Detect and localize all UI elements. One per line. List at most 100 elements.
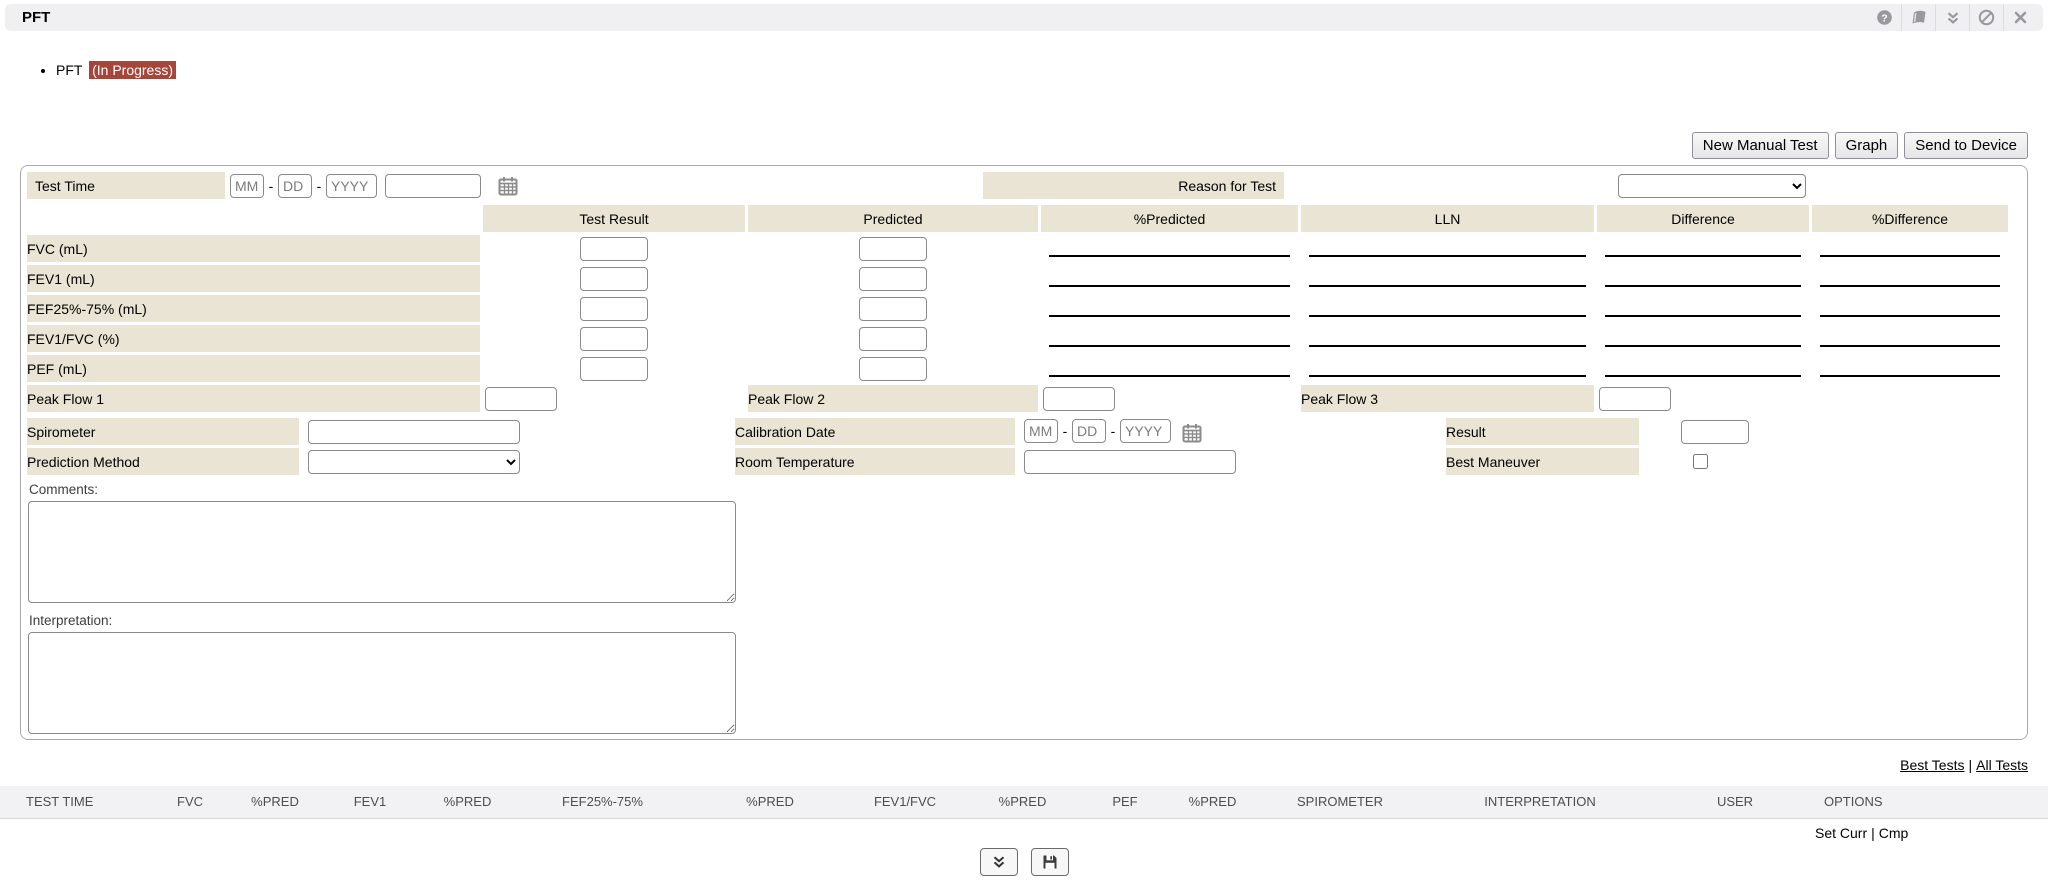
peak-flow-2-input[interactable]: [1043, 387, 1115, 411]
calendar-icon[interactable]: [1181, 422, 1203, 444]
col-header-predicted: Predicted: [748, 205, 1038, 232]
peak-flow-1-input[interactable]: [485, 387, 557, 411]
calibration-year-input[interactable]: [1120, 419, 1171, 443]
expand-button[interactable]: [980, 848, 1018, 876]
calibration-month-input[interactable]: [1024, 419, 1058, 443]
prediction-method-select[interactable]: [308, 450, 520, 474]
table-row: FEF25%-75% (mL): [27, 295, 2008, 322]
calibration-date-label: Calibration Date: [735, 418, 1015, 445]
footer-buttons: [0, 848, 2048, 876]
status-badge: (In Progress): [89, 61, 176, 79]
fvc-predicted-input[interactable]: [859, 237, 927, 261]
history-col-options: OPTIONS: [1815, 786, 2048, 818]
interpretation-label: Interpretation:: [29, 613, 2027, 630]
double-chevron-down-icon: [991, 854, 1007, 870]
history-col-fvc: FVC: [145, 786, 235, 818]
help-icon[interactable]: ?: [1867, 4, 1901, 31]
date-separator: -: [1106, 423, 1120, 439]
fvc-percent-difference-value: [1820, 241, 2000, 257]
col-header-difference: Difference: [1597, 205, 1809, 232]
history-col-fvc-pred: %PRED: [235, 786, 315, 818]
fev1-fvc-percent-difference-value: [1820, 331, 2000, 347]
history-col-user: USER: [1655, 786, 1815, 818]
cmp-link[interactable]: Cmp: [1879, 825, 1909, 841]
reason-for-test-select[interactable]: [1618, 174, 1806, 198]
fev1-fvc-lln-value: [1309, 331, 1586, 347]
fef25-75-lln-value: [1309, 301, 1586, 317]
send-to-device-button[interactable]: Send to Device: [1904, 132, 2028, 159]
row-label-pef: PEF (mL): [27, 355, 480, 382]
calendar-icon[interactable]: [497, 175, 519, 197]
fvc-difference-value: [1605, 241, 1801, 257]
fef25-75-percent-difference-value: [1820, 301, 2000, 317]
fev1-fvc-predicted-input[interactable]: [859, 327, 927, 351]
row-label-fev1-fvc: FEV1/FVC (%): [27, 325, 480, 352]
reason-for-test-label: Reason for Test: [983, 172, 1284, 199]
save-button[interactable]: [1031, 848, 1069, 876]
row-label-peak-flow-2: Peak Flow 2: [748, 385, 1038, 412]
test-time-label: Test Time: [27, 172, 225, 199]
fev1-percent-difference-value: [1820, 271, 2000, 287]
table-row: Spirometer Calibration Date -- Result: [27, 418, 1972, 445]
best-tests-link[interactable]: Best Tests: [1900, 757, 1964, 773]
table-row: FEV1 (mL): [27, 265, 2008, 292]
new-manual-test-button[interactable]: New Manual Test: [1692, 132, 1829, 159]
test-date-year-input[interactable]: [326, 174, 377, 198]
spirometer-input[interactable]: [308, 420, 520, 444]
test-time-input[interactable]: [385, 174, 481, 198]
fef25-75-test-result-input[interactable]: [580, 297, 648, 321]
pef-predicted-input[interactable]: [859, 357, 927, 381]
fev1-test-result-input[interactable]: [580, 267, 648, 291]
test-date-month-input[interactable]: [230, 174, 264, 198]
result-label: Result: [1446, 418, 1639, 445]
all-tests-link[interactable]: All Tests: [1976, 757, 2028, 773]
fef25-75-percent-predicted-value: [1049, 301, 1290, 317]
room-temperature-input[interactable]: [1024, 450, 1236, 474]
history-col-fev1: FEV1: [315, 786, 425, 818]
interpretation-textarea[interactable]: [28, 632, 736, 734]
no-entry-icon[interactable]: [1969, 4, 2003, 31]
history-col-fev1-fvc-pred: %PRED: [965, 786, 1080, 818]
close-icon[interactable]: [2003, 4, 2037, 31]
fef25-75-predicted-input[interactable]: [859, 297, 927, 321]
comments-textarea[interactable]: [28, 501, 736, 603]
pef-percent-predicted-value: [1049, 361, 1290, 377]
tests-history-table: TEST TIME FVC %PRED FEV1 %PRED FEF25%-75…: [0, 786, 2048, 848]
set-curr-link[interactable]: Set Curr: [1815, 825, 1867, 841]
best-maneuver-checkbox[interactable]: [1693, 454, 1708, 469]
pef-lln-value: [1309, 361, 1586, 377]
history-col-fev1-fvc: FEV1/FVC: [845, 786, 965, 818]
measurements-table: Test Result Predicted %Predicted LLN Dif…: [24, 202, 2011, 415]
test-date-day-input[interactable]: [278, 174, 312, 198]
table-row: FVC (mL): [27, 235, 2008, 262]
room-temperature-label: Room Temperature: [735, 448, 1015, 475]
spirometer-label: Spirometer: [27, 418, 299, 445]
double-chevron-down-icon[interactable]: [1935, 4, 1969, 31]
best-maneuver-label: Best Maneuver: [1446, 448, 1639, 475]
history-filter-links: Best Tests|All Tests: [1900, 757, 2028, 773]
graph-button[interactable]: Graph: [1835, 132, 1899, 159]
fev1-predicted-input[interactable]: [859, 267, 927, 291]
fev1-lln-value: [1309, 271, 1586, 287]
calibration-day-input[interactable]: [1072, 419, 1106, 443]
history-col-pef: PEF: [1080, 786, 1170, 818]
pef-difference-value: [1605, 361, 1801, 377]
book-icon[interactable]: [1901, 4, 1935, 31]
fef25-75-difference-value: [1605, 301, 1801, 317]
peak-flow-3-input[interactable]: [1599, 387, 1671, 411]
result-input[interactable]: [1681, 420, 1749, 444]
list-item: PFT (In Progress): [56, 60, 176, 80]
pft-form-link[interactable]: PFT: [56, 62, 82, 78]
pef-test-result-input[interactable]: [580, 357, 648, 381]
fev1-fvc-test-result-input[interactable]: [580, 327, 648, 351]
fev1-fvc-percent-predicted-value: [1049, 331, 1290, 347]
fev1-difference-value: [1605, 271, 1801, 287]
options-separator: |: [1871, 825, 1875, 841]
fvc-test-result-input[interactable]: [580, 237, 648, 261]
col-header-percent-predicted: %Predicted: [1041, 205, 1298, 232]
col-header-lln: LLN: [1301, 205, 1594, 232]
table-row: PEF (mL): [27, 355, 2008, 382]
row-label-peak-flow-3: Peak Flow 3: [1301, 385, 1594, 412]
encounter-forms-list: PFT (In Progress): [10, 60, 176, 80]
history-col-fev1-pred: %PRED: [425, 786, 510, 818]
